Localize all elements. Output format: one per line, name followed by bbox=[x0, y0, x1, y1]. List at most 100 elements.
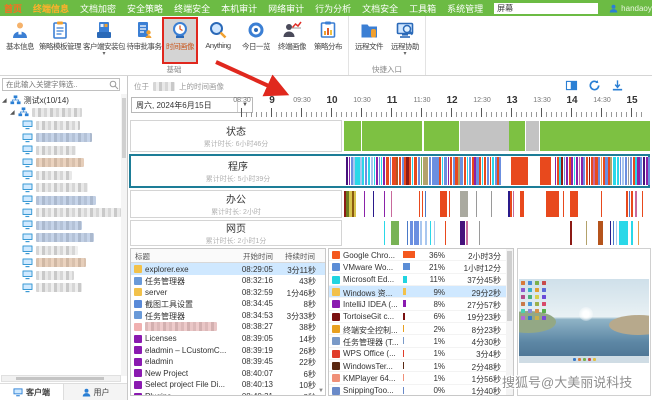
window-table-row[interactable]: 任务管理器08:32:1643秒 bbox=[131, 275, 325, 287]
app-table-row[interactable]: KMPlayer 64...1%1分56秒 bbox=[329, 372, 513, 384]
col-title[interactable]: 标题 bbox=[135, 251, 150, 262]
scroll-down-icon[interactable]: ▼ bbox=[318, 388, 324, 394]
app-table-row[interactable]: IntelliJ IDEA (...8%27分57秒 bbox=[329, 298, 513, 310]
tree-node[interactable] bbox=[0, 132, 121, 145]
expand-icon[interactable]: ◢ bbox=[10, 109, 15, 116]
app-table-row[interactable]: WindowsTer...1%2分48秒 bbox=[329, 360, 513, 372]
ribbon-button-magnifier[interactable]: Anything bbox=[198, 17, 238, 64]
timeline-row-网页[interactable]: 网页累计时长: 2小时1分 bbox=[129, 220, 650, 246]
tree-node[interactable] bbox=[0, 207, 121, 220]
window-title: eladmin bbox=[145, 357, 229, 366]
activity-segment bbox=[455, 157, 457, 185]
tree-node[interactable] bbox=[0, 182, 121, 195]
app-table-row[interactable]: 任务管理器 (T...1%4分30秒 bbox=[329, 335, 513, 347]
tree-node[interactable] bbox=[0, 119, 121, 132]
user-account[interactable]: handaoyao bbox=[609, 4, 652, 13]
menu-tab[interactable]: 网络审计 bbox=[268, 2, 304, 15]
app-table-row[interactable]: Windows 资...9%29分2秒 bbox=[329, 286, 513, 298]
sidebar-tab-clients[interactable]: 客户端 bbox=[0, 384, 64, 400]
activity-segment bbox=[392, 157, 396, 185]
ribbon-button-approval[interactable]: 待审批事务 bbox=[126, 17, 162, 64]
activity-segment bbox=[613, 157, 616, 185]
download-icon[interactable] bbox=[611, 79, 624, 92]
tree-node[interactable]: ◢ bbox=[0, 107, 121, 120]
ribbon-button-clock[interactable]: 时间画像 bbox=[162, 17, 198, 64]
expand-icon[interactable]: ◢ bbox=[2, 97, 7, 104]
activity-segment bbox=[622, 157, 624, 185]
menu-tab-home[interactable]: 首页 bbox=[4, 2, 22, 15]
ribbon-button-label: 策略模板管理 bbox=[39, 41, 81, 52]
activity-segment bbox=[362, 157, 364, 185]
timeline-row-程序[interactable]: 程序累计时长: 5小时39分 bbox=[129, 154, 650, 188]
tree-node[interactable] bbox=[0, 232, 121, 245]
tree-node[interactable] bbox=[0, 169, 121, 182]
panel-view-icon[interactable] bbox=[565, 79, 578, 92]
window-table-row[interactable]: explorer.exe08:29:053分11秒 bbox=[131, 263, 325, 275]
tree-horizontal-scrollbar[interactable] bbox=[1, 375, 121, 382]
app-table-row[interactable]: 终端安全控制...2%8分23秒 bbox=[329, 323, 513, 335]
menu-tab[interactable]: 文档安全 bbox=[362, 2, 398, 15]
ribbon-button-eye[interactable]: 今日一览 bbox=[238, 17, 274, 64]
activity-segment bbox=[466, 221, 467, 245]
tree-node[interactable] bbox=[0, 194, 121, 207]
col-duration[interactable]: 持续时间 bbox=[285, 251, 315, 262]
timeline-row-状态[interactable]: 状态累计时长: 6小时46分 bbox=[129, 120, 650, 152]
window-table-header: 标题 开始时间 持续时间 ▲ bbox=[131, 249, 325, 263]
tree-filter-input[interactable] bbox=[2, 78, 120, 91]
tree-node[interactable] bbox=[0, 219, 121, 232]
window-table-row[interactable]: New Project08:40:076秒 bbox=[131, 367, 325, 379]
window-table-row[interactable]: 截图工具设置08:34:458秒 bbox=[131, 298, 325, 310]
usage-duration: 19分23秒 bbox=[467, 312, 501, 323]
menu-tab[interactable]: 行为分析 bbox=[315, 2, 351, 15]
menu-tab[interactable]: 系统管理 bbox=[447, 2, 483, 15]
tree-node[interactable] bbox=[0, 144, 121, 157]
ribbon-button-package[interactable]: 客户端安装包▾ bbox=[82, 17, 126, 64]
app-name: Windows 资... bbox=[343, 288, 401, 299]
ribbon-button-person[interactable]: 基本信息 bbox=[2, 17, 38, 64]
ribbon-button-remote[interactable]: 远程协助▾ bbox=[387, 17, 423, 64]
global-search-input[interactable] bbox=[494, 3, 598, 14]
ribbon-button-folder[interactable]: 远程文件 bbox=[351, 17, 387, 64]
tree-vertical-scrollbar[interactable] bbox=[121, 94, 127, 376]
computer-icon bbox=[22, 220, 33, 230]
window-table-row[interactable]: server08:32:591分46秒 bbox=[131, 286, 325, 298]
window-table-row[interactable]: 任务管理器08:34:533分33秒 bbox=[131, 309, 325, 321]
menu-tab[interactable]: 终端信息 bbox=[33, 2, 69, 15]
window-table-row[interactable]: Select project File Di...08:40:1310秒 bbox=[131, 379, 325, 391]
ribbon-button-chart-board[interactable]: 策略分布 bbox=[310, 17, 346, 64]
window-table-row[interactable]: eladmin – LCustomC...08:39:1926秒 bbox=[131, 344, 325, 356]
tree-node[interactable] bbox=[0, 257, 121, 270]
usage-bar bbox=[403, 362, 404, 369]
menu-tab[interactable]: 文档加密 bbox=[80, 2, 116, 15]
ribbon-button-clipboard[interactable]: 策略模板管理 bbox=[38, 17, 82, 64]
app-table-row[interactable]: VMware Wo...21%1小时12分 bbox=[329, 261, 513, 273]
menu-tab[interactable]: 安全策略 bbox=[127, 2, 163, 15]
menu-tab[interactable]: 本机审计 bbox=[221, 2, 257, 15]
col-start-time[interactable]: 开始时间 bbox=[243, 251, 273, 262]
window-table-row[interactable]: eladmin08:39:4522秒 bbox=[131, 356, 325, 368]
menu-tab[interactable]: 工具箱 bbox=[409, 2, 436, 15]
app-table-row[interactable]: SnippingToo...0%1分40秒 bbox=[329, 385, 513, 396]
menu-tab[interactable]: 终端安全 bbox=[174, 2, 210, 15]
tree-node[interactable] bbox=[0, 157, 121, 170]
tree-node[interactable] bbox=[0, 269, 121, 282]
window-table-row[interactable]: Licenses08:39:0514秒 bbox=[131, 333, 325, 345]
window-table-row[interactable]: 08:38:2738秒 bbox=[131, 321, 325, 333]
breadcrumb: 位于 上的时间画像 bbox=[134, 81, 224, 92]
censored-node-name bbox=[36, 221, 82, 230]
tree-node[interactable] bbox=[0, 244, 121, 257]
app-table-row[interactable]: Microsoft Ed...11%37分45秒 bbox=[329, 274, 513, 286]
app-table-row[interactable]: Google Chro...36%2小时3分 bbox=[329, 249, 513, 261]
tree-root-node[interactable]: ◢测试x(10/14) bbox=[0, 94, 121, 107]
refresh-icon[interactable] bbox=[588, 79, 601, 92]
sidebar-tab-users[interactable]: 用户 bbox=[64, 384, 127, 400]
activity-segment bbox=[605, 157, 607, 185]
timeline-row-办公[interactable]: 办公累计时长: 2小时 bbox=[129, 190, 650, 218]
app-table-row[interactable]: WPS Office (...1%3分4秒 bbox=[329, 348, 513, 360]
app-table-row[interactable]: TortoiseGit c...6%19分23秒 bbox=[329, 311, 513, 323]
tree-node[interactable] bbox=[0, 282, 121, 295]
ribbon-button-person-chart[interactable]: 终端画像 bbox=[274, 17, 310, 64]
window-table-row[interactable]: Plugins08:40:318秒 bbox=[131, 391, 325, 396]
desktop-screenshot-thumbnail[interactable] bbox=[519, 279, 649, 363]
file-icon bbox=[134, 358, 142, 366]
